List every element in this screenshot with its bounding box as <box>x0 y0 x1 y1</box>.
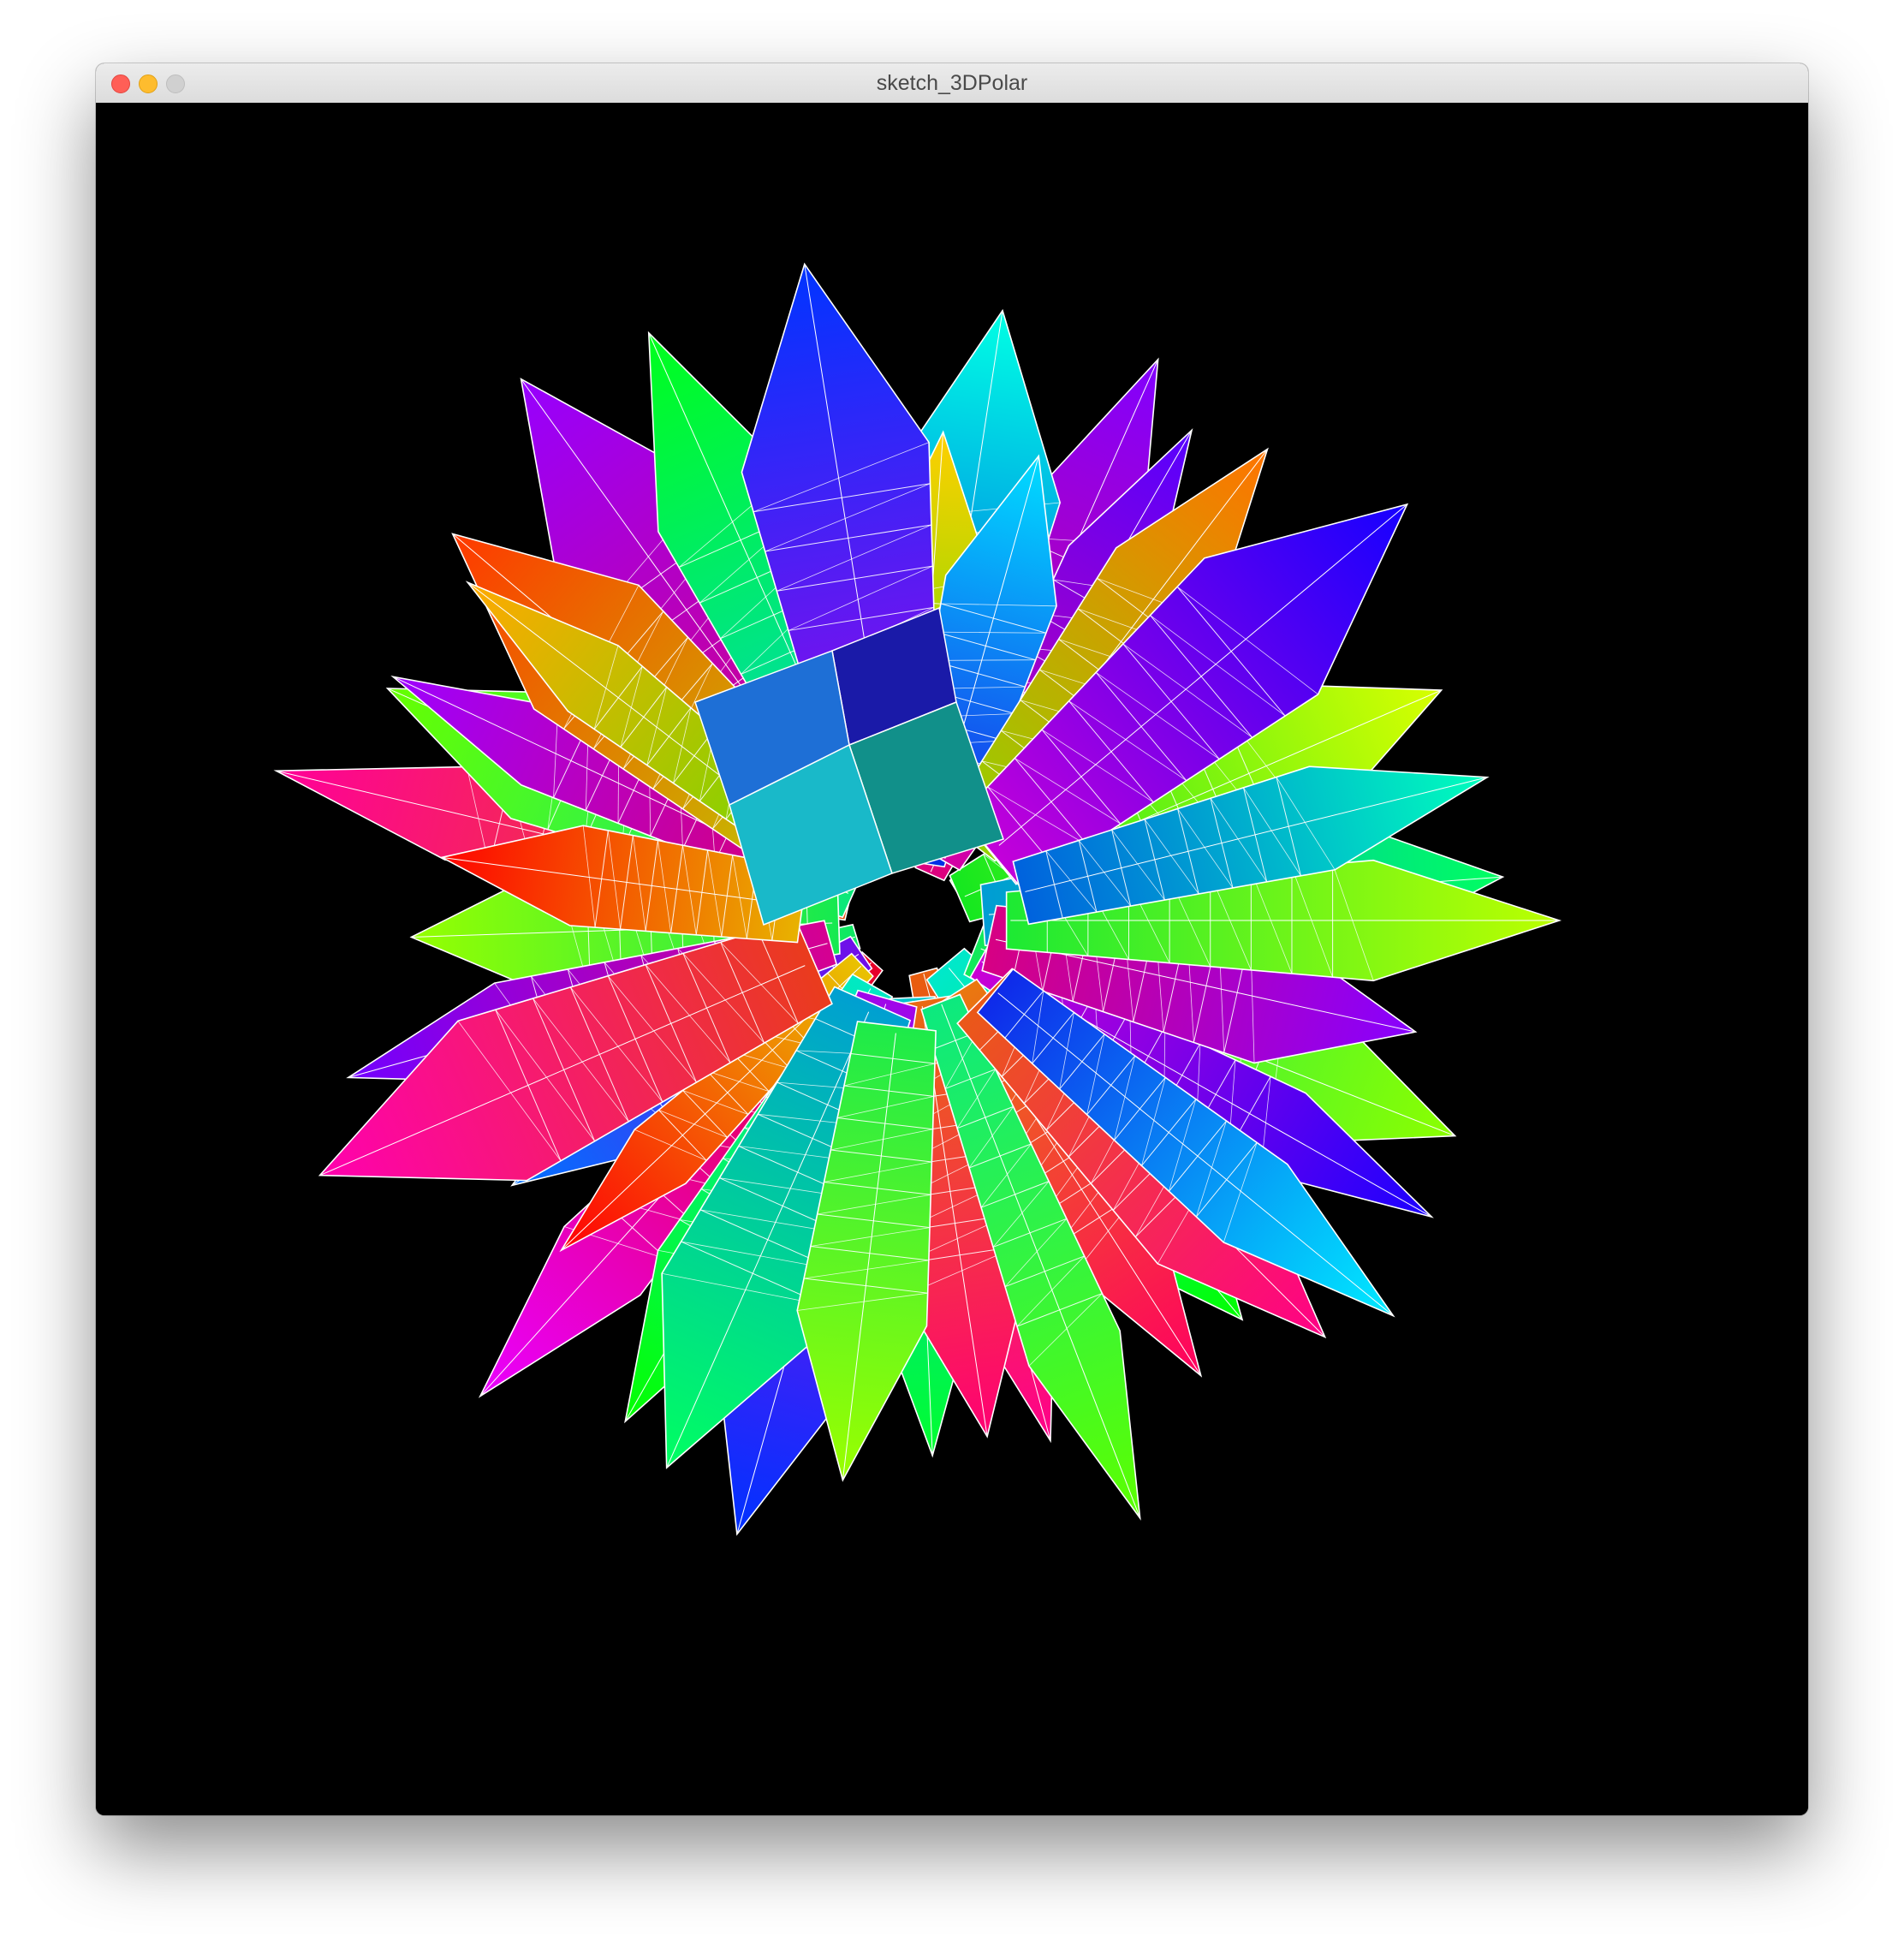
window-title: sketch_3DPolar <box>876 71 1028 95</box>
app-window: sketch_3DPolar <box>96 63 1808 1815</box>
starburst-render <box>273 262 1562 1536</box>
title-bar[interactable]: sketch_3DPolar <box>96 63 1808 104</box>
sketch-canvas[interactable] <box>96 103 1808 1815</box>
